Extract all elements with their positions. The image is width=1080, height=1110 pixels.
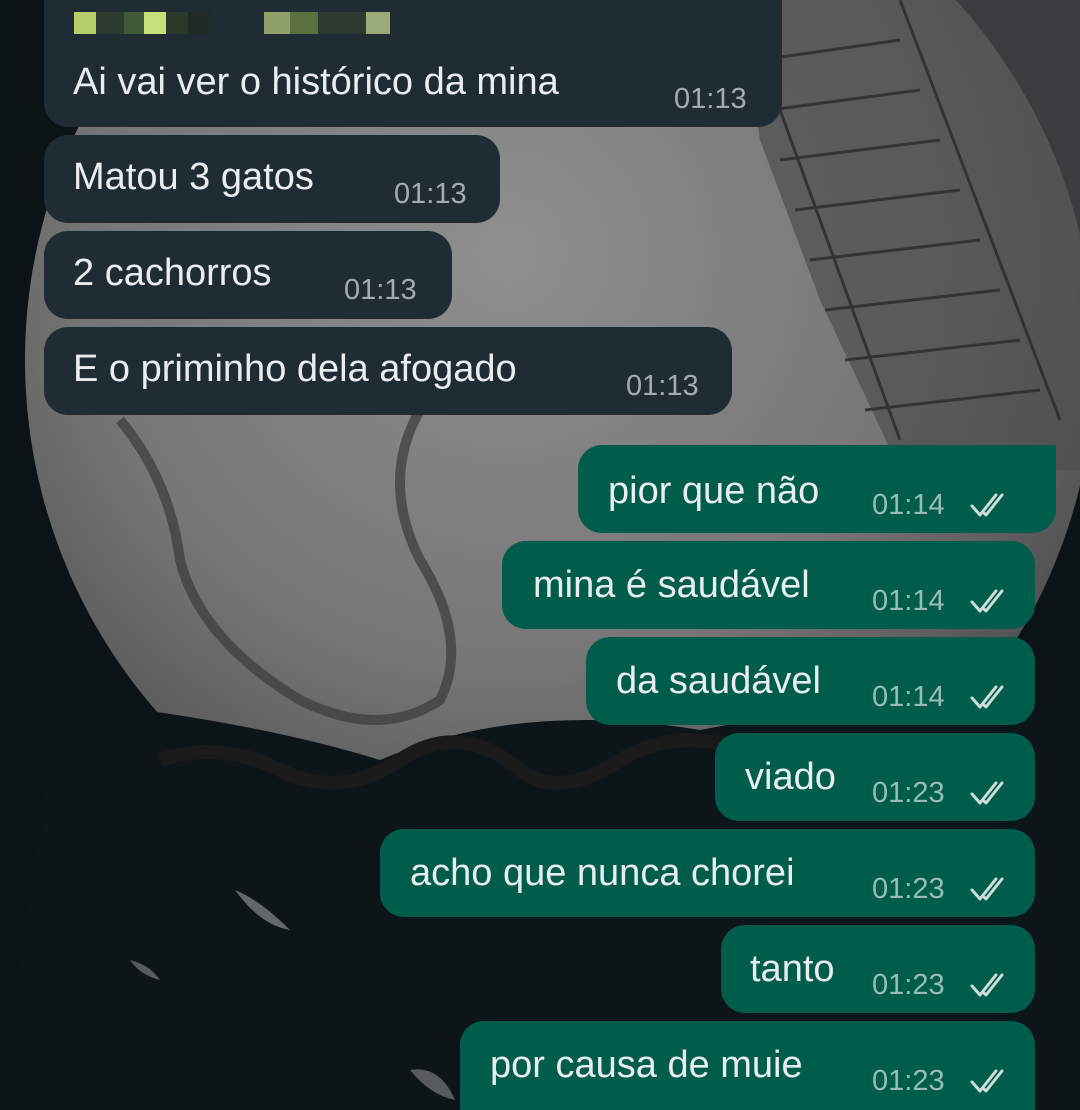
read-double-check-icon	[970, 1069, 1004, 1093]
chat-message-list[interactable]: Ai vai ver o histórico da mina 01:13 Mat…	[0, 0, 1080, 1110]
outgoing-message-bubble[interactable]: acho que nunca chorei 01:23	[380, 829, 1035, 917]
message-time: 01:23	[872, 777, 945, 809]
read-double-check-icon	[970, 493, 1004, 517]
read-double-check-icon	[970, 877, 1004, 901]
incoming-message-bubble[interactable]: Ai vai ver o histórico da mina 01:13	[44, 0, 782, 127]
message-text: por causa de muie	[490, 1044, 803, 1086]
message-time: 01:13	[626, 370, 699, 402]
outgoing-message-bubble[interactable]: pior que não 01:14	[578, 445, 1056, 533]
message-text: acho que nunca chorei	[410, 852, 795, 894]
message-time: 01:23	[872, 969, 945, 1001]
message-text: E o priminho dela afogado	[73, 348, 517, 390]
message-text: pior que não	[608, 470, 820, 512]
outgoing-message-bubble[interactable]: viado 01:23	[715, 733, 1035, 821]
message-time: 01:23	[872, 1065, 945, 1097]
message-text: tanto	[750, 948, 835, 990]
read-double-check-icon	[970, 685, 1004, 709]
read-double-check-icon	[970, 973, 1004, 997]
incoming-message-bubble[interactable]: E o priminho dela afogado 01:13	[44, 327, 732, 415]
message-text: Matou 3 gatos	[73, 156, 314, 198]
read-double-check-icon	[970, 781, 1004, 805]
outgoing-message-bubble[interactable]: da saudável 01:14	[586, 637, 1035, 725]
outgoing-message-bubble[interactable]: por causa de muie 01:23	[460, 1021, 1035, 1110]
read-double-check-icon	[970, 589, 1004, 613]
message-text: da saudável	[616, 660, 821, 702]
message-time: 01:13	[344, 274, 417, 306]
message-time: 01:13	[674, 83, 747, 115]
message-text: viado	[745, 756, 836, 798]
message-time: 01:23	[872, 873, 945, 905]
outgoing-message-bubble[interactable]: tanto 01:23	[721, 925, 1035, 1013]
message-time: 01:14	[872, 681, 945, 713]
message-time: 01:13	[394, 178, 467, 210]
message-time: 01:14	[872, 585, 945, 617]
incoming-message-bubble[interactable]: 2 cachorros 01:13	[44, 231, 452, 319]
message-text: mina é saudável	[533, 564, 810, 606]
message-text: Ai vai ver o histórico da mina	[73, 61, 559, 103]
outgoing-message-bubble[interactable]: mina é saudável 01:14	[502, 541, 1035, 629]
incoming-message-bubble[interactable]: Matou 3 gatos 01:13	[44, 135, 500, 223]
message-time: 01:14	[872, 489, 945, 521]
message-text: 2 cachorros	[73, 252, 272, 294]
